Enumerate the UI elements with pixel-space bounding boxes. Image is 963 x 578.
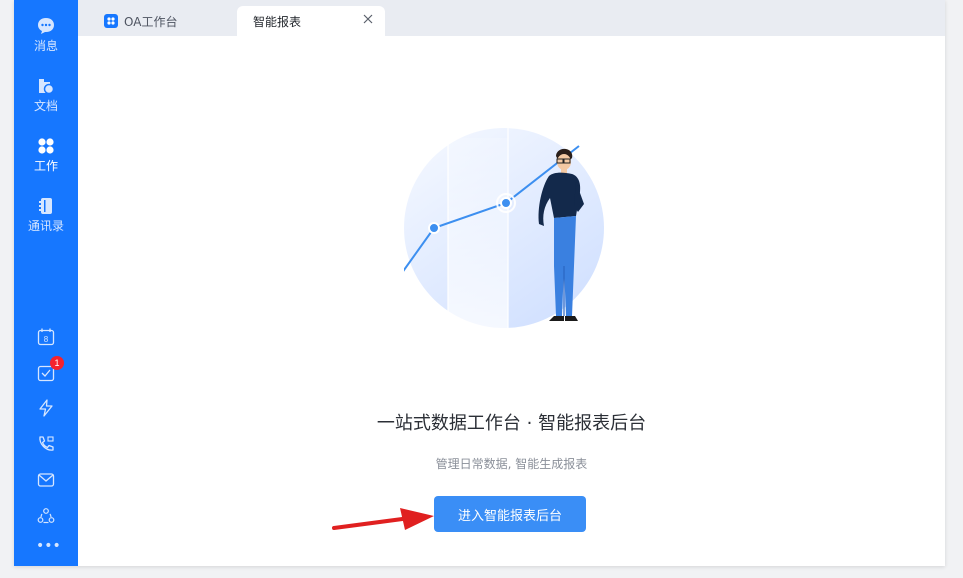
tab-oa-workbench[interactable]: OA工作台 <box>104 6 177 36</box>
more-icon[interactable]: ••• <box>36 539 61 553</box>
mail-icon[interactable] <box>36 470 56 490</box>
close-icon[interactable] <box>363 14 373 24</box>
sidebar-item-contacts[interactable]: 通讯录 <box>14 192 78 244</box>
grid-apps-icon <box>38 138 54 154</box>
calendar-day: 8 <box>44 335 49 344</box>
red-pointer-arrow-icon <box>332 508 434 530</box>
sidebar-item-work[interactable]: 工作 <box>14 132 78 184</box>
sidebar-item-label: 消息 <box>33 39 58 53</box>
enter-report-backend-button[interactable]: 进入智能报表后台 <box>434 496 586 532</box>
tab-bar: OA工作台 智能报表 <box>78 0 945 36</box>
tab-label: OA工作台 <box>124 14 178 29</box>
sidebar-item-docs[interactable]: 文档 <box>14 72 78 124</box>
lightning-icon[interactable] <box>36 398 56 418</box>
group-icon[interactable] <box>36 506 56 526</box>
sidebar-item-messages[interactable]: 消息 <box>14 12 78 64</box>
sidebar: 消息 文档 工作 通讯录 8 1 ••• <box>14 0 78 566</box>
chat-bubble-icon <box>38 18 54 34</box>
app-grid-icon <box>104 14 118 28</box>
tab-label: 智能报表 <box>253 14 302 29</box>
page-headline: 一站式数据工作台 · 智能报表后台 <box>376 413 647 434</box>
tab-smart-report[interactable]: 智能报表 <box>237 6 385 36</box>
folder-icon <box>39 79 55 95</box>
contacts-book-icon <box>39 198 52 214</box>
page-subtitle: 管理日常数据, 智能生成报表 <box>435 457 588 471</box>
calendar-icon[interactable]: 8 <box>36 327 56 347</box>
main-content: 一站式数据工作台 · 智能报表后台 管理日常数据, 智能生成报表 进入智能报表后… <box>78 36 945 566</box>
sidebar-item-label: 文档 <box>33 99 58 113</box>
data-dashboard-illustration <box>404 128 604 328</box>
app-window: 消息 文档 工作 通讯录 8 1 ••• OA工作台 智能报表 一站式数据工作台… <box>14 0 945 566</box>
sidebar-item-label: 通讯录 <box>27 219 64 233</box>
todo-badge: 1 <box>50 356 64 370</box>
phone-video-icon[interactable] <box>36 434 56 454</box>
sidebar-item-label: 工作 <box>33 159 58 173</box>
